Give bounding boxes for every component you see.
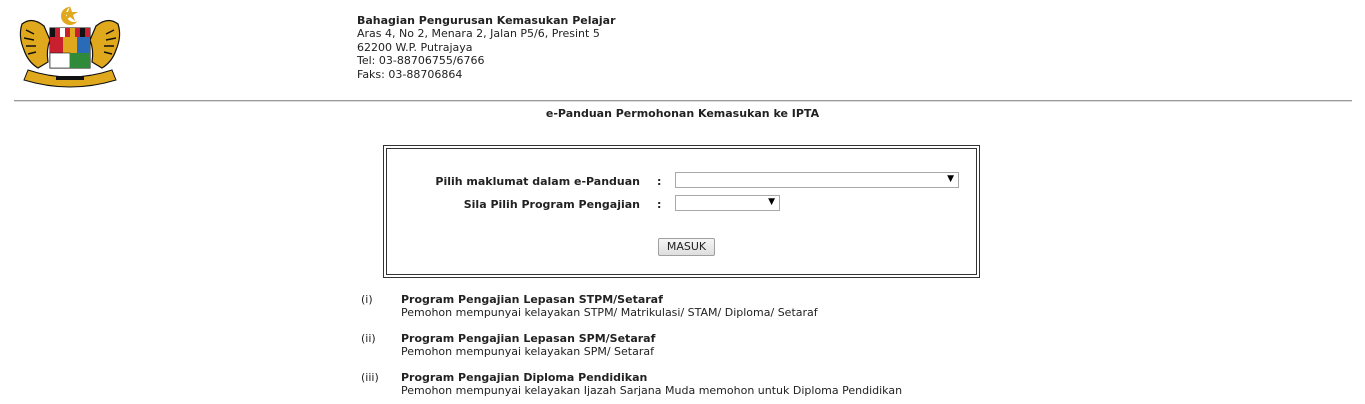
program-select-dropdown[interactable]: ▼ xyxy=(675,195,780,211)
fax: Faks: 03-88706864 xyxy=(357,67,463,81)
program-select-label: Sila Pilih Program Pengajian xyxy=(463,198,640,211)
organization-info: Bahagian Pengurusan Kemasukan Pelajar Ar… xyxy=(357,14,616,81)
dropdown-arrow-icon: ▼ xyxy=(768,197,775,207)
address-line-2: 62200 W.P. Putrajaya xyxy=(357,40,473,54)
selection-form-inner: Pilih maklumat dalam e-Panduan : ▼ Sila … xyxy=(386,148,977,275)
program-title: Program Pengajian Lepasan SPM/Setaraf xyxy=(401,332,656,345)
program-description: Pemohon mempunyai kelayakan Ijazah Sarja… xyxy=(401,384,903,397)
selection-form-panel: Pilih maklumat dalam e-Panduan : ▼ Sila … xyxy=(383,145,980,278)
program-number: (ii) xyxy=(361,332,376,345)
form-row-info: Pilih maklumat dalam e-Panduan xyxy=(387,174,640,192)
program-description: Pemohon mempunyai kelayakan STPM/ Matrik… xyxy=(401,306,818,319)
colon: : xyxy=(657,175,662,188)
page-title: e-Panduan Permohonan Kemasukan ke IPTA xyxy=(545,107,820,120)
program-number: (iii) xyxy=(361,371,379,384)
program-title: Program Pengajian Lepasan STPM/Setaraf xyxy=(401,293,663,306)
organization-name: Bahagian Pengurusan Kemasukan Pelajar xyxy=(357,14,616,27)
info-select-label: Pilih maklumat dalam e-Panduan xyxy=(435,175,640,188)
program-description: Pemohon mempunyai kelayakan SPM/ Setaraf xyxy=(401,345,654,358)
colon: : xyxy=(657,198,662,211)
telephone: Tel: 03-88706755/6766 xyxy=(357,54,485,68)
address-line-1: Aras 4, No 2, Menara 2, Jalan P5/6, Pres… xyxy=(357,27,600,41)
program-title: Program Pengajian Diploma Pendidikan xyxy=(401,371,648,384)
masuk-button[interactable]: MASUK xyxy=(658,238,715,256)
header-divider xyxy=(14,100,1352,102)
malaysia-coat-of-arms-icon xyxy=(14,4,126,92)
program-number: (i) xyxy=(361,293,373,306)
dropdown-arrow-icon: ▼ xyxy=(947,174,954,184)
info-select-dropdown[interactable]: ▼ xyxy=(675,172,959,188)
page-header: Bahagian Pengurusan Kemasukan Pelajar Ar… xyxy=(0,0,1365,100)
form-row-program: Sila Pilih Program Pengajian xyxy=(387,197,640,215)
